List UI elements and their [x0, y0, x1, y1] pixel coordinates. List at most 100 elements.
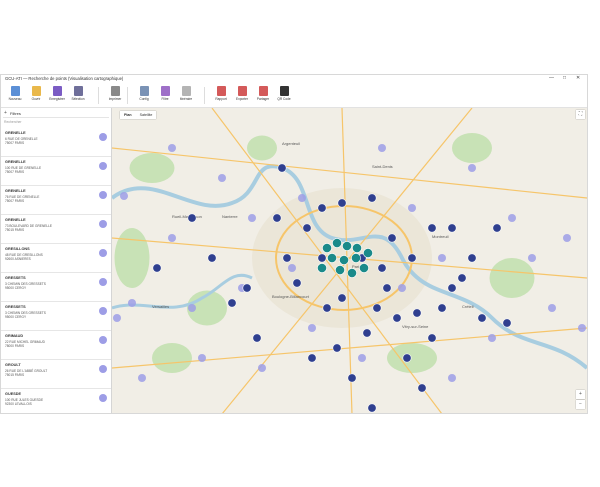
dense-cluster-marker[interactable] [322, 243, 332, 253]
cluster-marker[interactable] [367, 193, 377, 203]
cluster-marker[interactable] [322, 303, 332, 313]
cluster-marker[interactable] [272, 213, 282, 223]
location-point[interactable] [138, 374, 146, 382]
cluster-marker[interactable] [187, 213, 197, 223]
location-point[interactable] [578, 324, 586, 332]
location-point[interactable] [168, 234, 176, 242]
zoom-out-button[interactable]: − [576, 400, 585, 409]
list-item[interactable]: GRENELLE 76 RUE DE GRENELLE 75007 PARIS [1, 186, 111, 215]
dense-cluster-marker[interactable] [327, 253, 337, 263]
expand-icon[interactable]: + [4, 110, 7, 116]
cluster-marker[interactable] [277, 163, 287, 173]
dense-cluster-marker[interactable] [347, 268, 357, 278]
print-button[interactable]: Imprimer [105, 84, 125, 106]
location-point[interactable] [528, 254, 536, 262]
dense-cluster-marker[interactable] [363, 248, 373, 258]
save-button[interactable]: Enregistrer [47, 84, 67, 106]
cluster-marker[interactable] [387, 233, 397, 243]
location-point[interactable] [448, 374, 456, 382]
search-input[interactable]: Rechercher [4, 120, 22, 124]
location-point[interactable] [248, 214, 256, 222]
dense-cluster-marker[interactable] [342, 241, 352, 251]
location-point[interactable] [298, 194, 306, 202]
dense-cluster-marker[interactable] [335, 265, 345, 275]
list-item[interactable]: GROULT 26 RUE DE L'ABBÉ GROULT 75015 PARIS [1, 360, 111, 389]
dense-cluster-marker[interactable] [317, 263, 327, 273]
location-point[interactable] [358, 354, 366, 362]
list-item[interactable]: GUESDE 100 RUE JULES GUESDE 92300 LEVALLOI… [1, 389, 111, 413]
location-point[interactable] [188, 304, 196, 312]
cluster-marker[interactable] [242, 283, 252, 293]
dense-cluster-marker[interactable] [359, 263, 369, 273]
cluster-marker[interactable] [307, 353, 317, 363]
cluster-marker[interactable] [407, 253, 417, 263]
cluster-marker[interactable] [317, 203, 327, 213]
cluster-marker[interactable] [347, 373, 357, 383]
cluster-marker[interactable] [152, 263, 162, 273]
dense-cluster-marker[interactable] [339, 255, 349, 265]
cluster-marker[interactable] [427, 223, 437, 233]
location-point[interactable] [398, 284, 406, 292]
location-point[interactable] [218, 174, 226, 182]
cluster-marker[interactable] [367, 403, 377, 413]
cluster-marker[interactable] [392, 313, 402, 323]
cluster-marker[interactable] [227, 298, 237, 308]
location-point[interactable] [120, 192, 128, 200]
dense-cluster-marker[interactable] [332, 238, 342, 248]
cluster-marker[interactable] [502, 318, 512, 328]
minimize-button[interactable]: — [549, 75, 554, 81]
fullscreen-button[interactable]: ⛶ [576, 110, 585, 119]
location-point[interactable] [438, 254, 446, 262]
location-point[interactable] [288, 264, 296, 272]
cluster-marker[interactable] [207, 253, 217, 263]
list-item[interactable]: GRENELLE 6 RUE DE GRENELLE 75007 PARIS [1, 128, 111, 157]
tab-satellite[interactable]: Satellite [136, 111, 157, 119]
location-point[interactable] [488, 334, 496, 342]
cluster-marker[interactable] [477, 313, 487, 323]
cluster-marker[interactable] [437, 303, 447, 313]
cluster-marker[interactable] [447, 223, 457, 233]
maximize-button[interactable]: □ [563, 75, 566, 81]
location-point[interactable] [408, 204, 416, 212]
cluster-marker[interactable] [417, 383, 427, 393]
dense-cluster-marker[interactable] [351, 253, 361, 263]
cluster-marker[interactable] [427, 333, 437, 343]
close-button[interactable]: ✕ [576, 75, 580, 81]
cluster-marker[interactable] [457, 273, 467, 283]
dense-cluster-marker[interactable] [352, 243, 362, 253]
location-point[interactable] [113, 314, 121, 322]
zoom-in-button[interactable]: + [576, 390, 585, 399]
location-point[interactable] [563, 234, 571, 242]
cluster-marker[interactable] [337, 198, 347, 208]
share-button[interactable]: Partager [253, 84, 273, 106]
list-item[interactable]: GRIMAUD 22 RUE MICHEL GRIMAUD 78000 PARIS [1, 331, 111, 360]
report-button[interactable]: Rapport [211, 84, 231, 106]
cluster-marker[interactable] [302, 223, 312, 233]
location-point[interactable] [508, 214, 516, 222]
gear-button[interactable]: Config [134, 84, 154, 106]
qr-code-button[interactable]: QR Code [274, 84, 294, 106]
new-document-button[interactable]: Nouveau [5, 84, 25, 106]
cluster-marker[interactable] [382, 283, 392, 293]
route-button[interactable]: Itinéraire [176, 84, 196, 106]
cluster-marker[interactable] [317, 253, 327, 263]
location-point[interactable] [378, 144, 386, 152]
map-canvas[interactable]: ArgenteuilNanterreParisSaint-DenisMontre… [112, 108, 587, 414]
location-point[interactable] [468, 164, 476, 172]
cluster-marker[interactable] [447, 283, 457, 293]
export-button[interactable]: Exporter [232, 84, 252, 106]
location-point[interactable] [168, 144, 176, 152]
list-item[interactable]: GRESSETS 3 CHEMIN DES GRESSETS 95000 CERGY [1, 273, 111, 302]
cluster-marker[interactable] [377, 263, 387, 273]
location-point[interactable] [198, 354, 206, 362]
map-view[interactable]: Argenteuil Nanterre Paris Saint-Denis Montre… [112, 108, 587, 414]
list-item[interactable]: GRENELLE 100 RUE DE GRENELLE 75007 PARIS [1, 157, 111, 186]
location-point[interactable] [258, 364, 266, 372]
open-folder-button[interactable]: Ouvrir [26, 84, 46, 106]
cluster-marker[interactable] [492, 223, 502, 233]
list-item[interactable]: GRESILLONS 48 RUE DE GRESILLONS 92600 ASNI… [1, 244, 111, 273]
cluster-marker[interactable] [412, 308, 422, 318]
cluster-marker[interactable] [337, 293, 347, 303]
cluster-marker[interactable] [282, 253, 292, 263]
cluster-marker[interactable] [332, 343, 342, 353]
